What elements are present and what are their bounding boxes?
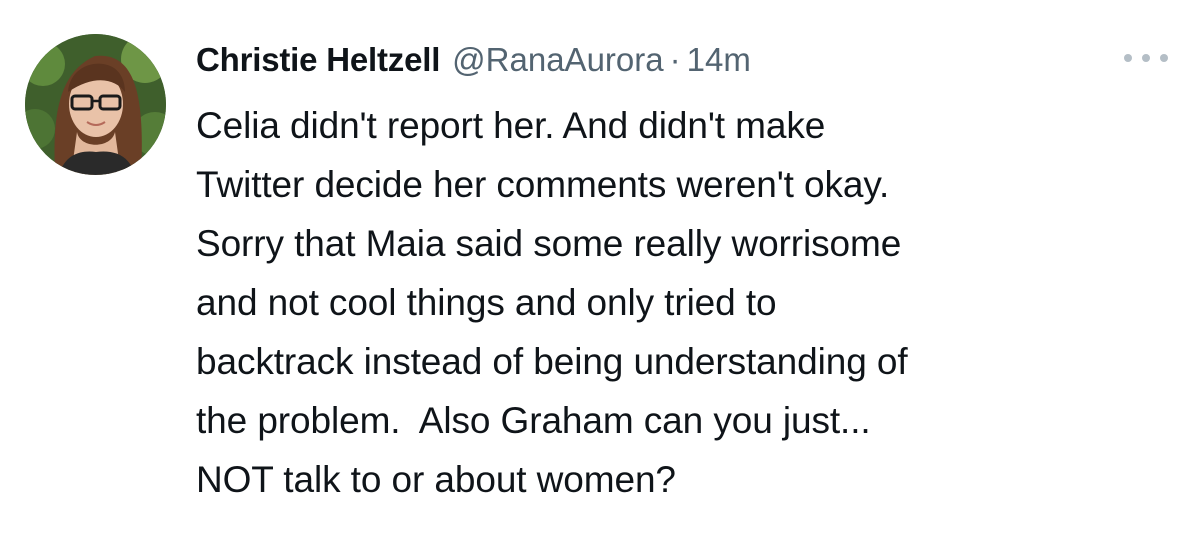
tweet-text-line: backtrack instead of being understanding… xyxy=(196,341,908,382)
tweet-text-line: Sorry that Maia said some really worriso… xyxy=(196,223,902,264)
tweet-text: Celia didn't report her. And didn't make… xyxy=(196,96,1186,509)
separator-dot: · xyxy=(669,41,681,78)
display-name[interactable]: Christie Heltzell xyxy=(196,38,440,82)
more-dot xyxy=(1160,54,1168,62)
avatar-image xyxy=(25,34,166,175)
tweet-text-line: Celia didn't report her. And didn't make xyxy=(196,105,826,146)
tweet-text-line: and not cool things and only tried to xyxy=(196,282,777,323)
tweet-text-line: Twitter decide her comments weren't okay… xyxy=(196,164,890,205)
user-handle[interactable]: @RanaAurora xyxy=(452,38,663,82)
more-dot xyxy=(1142,54,1150,62)
tweet-header: Christie Heltzell @RanaAurora · 14m xyxy=(196,38,751,82)
tweet-text-line: NOT talk to or about women? xyxy=(196,459,676,500)
avatar[interactable] xyxy=(25,34,166,175)
tweet-text-line: the problem. Also Graham can you just... xyxy=(196,400,871,441)
more-horizontal-icon[interactable] xyxy=(1124,46,1168,70)
timestamp[interactable]: 14m xyxy=(687,38,751,82)
tweet[interactable]: Christie Heltzell @RanaAurora · 14m Celi… xyxy=(0,0,1200,538)
more-dot xyxy=(1124,54,1132,62)
